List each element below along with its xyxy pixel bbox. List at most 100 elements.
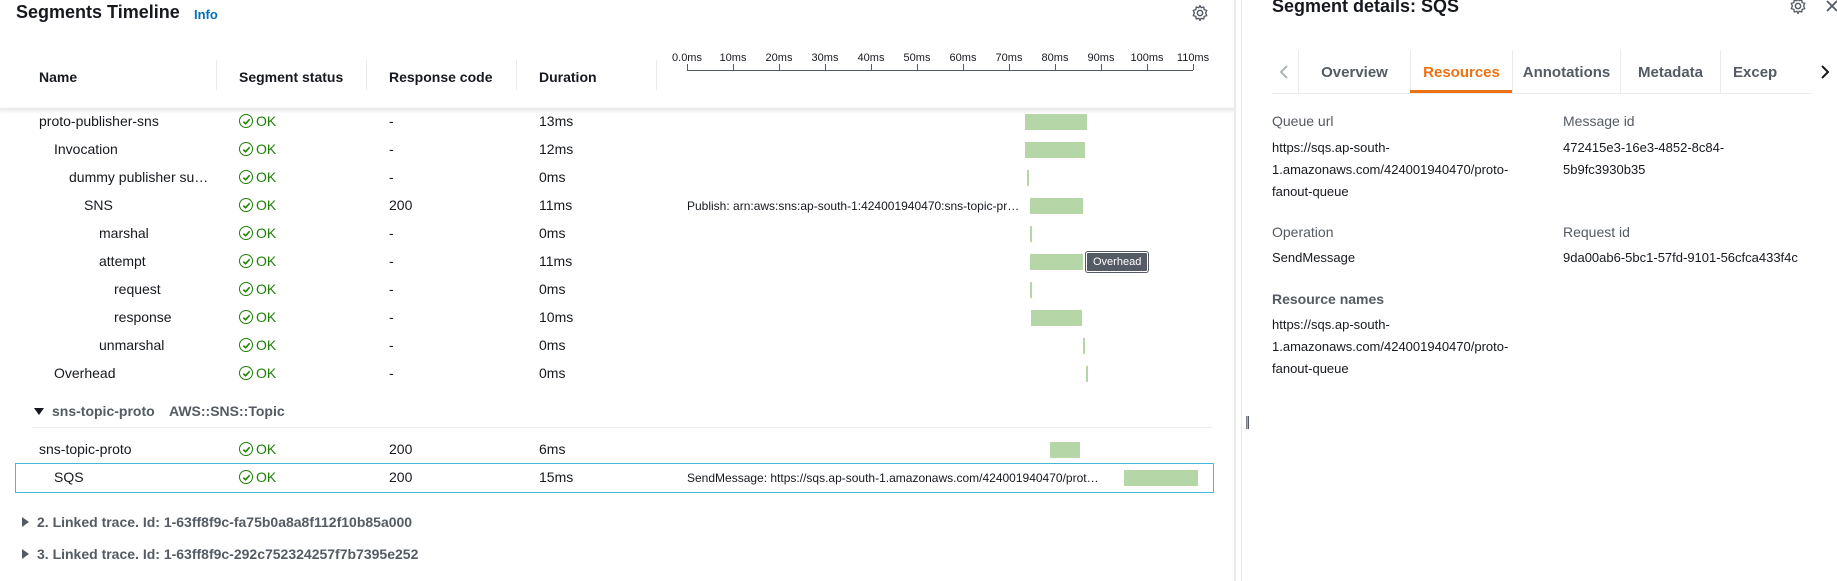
timeline-bar[interactable] bbox=[1086, 366, 1089, 382]
check-circle-icon bbox=[239, 282, 253, 296]
table-row[interactable]: dummy publisher su… OK - 0ms bbox=[0, 164, 1234, 192]
table-row[interactable]: response OK - 10ms bbox=[0, 304, 1234, 332]
response-code: - bbox=[389, 141, 394, 157]
segment-name: Overhead bbox=[54, 365, 116, 381]
segment-annotation: Publish: arn:aws:sns:ap-south-1:42400194… bbox=[687, 199, 1020, 213]
axis-tick-label: 20ms bbox=[765, 52, 793, 64]
axis-tick-label: 80ms bbox=[1041, 52, 1069, 64]
status-text: OK bbox=[256, 441, 277, 457]
timeline-bar[interactable] bbox=[1025, 114, 1088, 130]
status-badge: OK bbox=[239, 441, 276, 457]
axis-tick-label: 70ms bbox=[995, 52, 1023, 64]
queue-url-value: https://sqs.ap-south- 1.amazonaws.com/42… bbox=[1272, 137, 1508, 203]
value-line: https://sqs.ap-south- bbox=[1272, 317, 1390, 332]
table-row[interactable]: marshal OK - 0ms bbox=[0, 220, 1234, 248]
close-icon[interactable] bbox=[1826, 0, 1837, 12]
timeline-bar[interactable] bbox=[1029, 226, 1032, 242]
tab-exceptions[interactable]: Excep bbox=[1720, 50, 1818, 94]
table-row[interactable]: proto-publisher-sns OK - 13ms bbox=[0, 108, 1234, 136]
column-separator bbox=[516, 60, 517, 90]
response-code: - bbox=[389, 253, 394, 269]
timeline-bar[interactable] bbox=[1031, 310, 1082, 326]
request-id-label: Request id bbox=[1563, 224, 1630, 240]
table-row[interactable]: unmarshal OK - 0ms bbox=[0, 332, 1234, 360]
timeline-bar[interactable] bbox=[1050, 442, 1081, 458]
tab-scroll-area bbox=[1812, 50, 1837, 94]
group-header[interactable]: sns-topic-proto AWS::SNS::Topic bbox=[0, 398, 1234, 426]
linked-trace-3[interactable]: 3. Linked trace. Id: 1-63ff8f9c-292c7523… bbox=[22, 546, 418, 562]
column-header-duration[interactable]: Duration bbox=[539, 69, 597, 85]
panel-splitter[interactable] bbox=[1234, 0, 1242, 581]
timeline-bar[interactable] bbox=[1027, 170, 1030, 186]
check-circle-icon bbox=[239, 366, 253, 380]
timeline-bar[interactable] bbox=[1029, 282, 1032, 298]
table-row[interactable]: attempt OK - 11ms bbox=[0, 248, 1234, 276]
table-row[interactable]: request OK - 0ms bbox=[0, 276, 1234, 304]
axis-tick bbox=[1055, 64, 1056, 70]
value-line: 472415e3-16e3-4852-8c84- bbox=[1563, 140, 1725, 155]
timeline-bar[interactable] bbox=[1025, 142, 1085, 158]
axis-tick bbox=[1101, 64, 1102, 70]
table-row[interactable]: Overhead OK - 0ms bbox=[0, 360, 1234, 388]
column-header-response-code[interactable]: Response code bbox=[389, 69, 492, 85]
column-header-name[interactable]: Name bbox=[39, 69, 77, 85]
axis-line bbox=[687, 70, 1193, 71]
segment-tooltip: Overhead bbox=[1086, 252, 1149, 272]
status-badge: OK bbox=[239, 113, 276, 129]
gear-icon[interactable] bbox=[1191, 4, 1209, 22]
axis-tick-label: 30ms bbox=[811, 52, 839, 64]
chevron-right-icon[interactable] bbox=[1819, 64, 1831, 80]
duration: 6ms bbox=[539, 441, 566, 457]
table-row[interactable]: Invocation OK - 12ms bbox=[0, 136, 1234, 164]
axis-tick-label: 40ms bbox=[857, 52, 885, 64]
timeline-bar[interactable] bbox=[1029, 254, 1083, 270]
message-id-value: 472415e3-16e3-4852-8c84- 5b9fc3930b35 bbox=[1563, 137, 1724, 181]
tab-annotations[interactable]: Annotations bbox=[1512, 50, 1620, 94]
table-row[interactable]: SNS OK 200 11ms Publish: arn:aws:sns:ap-sout… bbox=[0, 192, 1234, 220]
status-badge: OK bbox=[239, 141, 276, 157]
tab-metadata[interactable]: Metadata bbox=[1620, 50, 1720, 94]
caret-down-icon[interactable] bbox=[34, 408, 44, 415]
queue-url-label: Queue url bbox=[1272, 113, 1334, 129]
duration: 11ms bbox=[539, 197, 573, 213]
tab-overview[interactable]: Overview bbox=[1298, 50, 1410, 94]
tab-resources[interactable]: Resources bbox=[1410, 50, 1512, 94]
value-line: https://sqs.ap-south- bbox=[1272, 140, 1390, 155]
response-code: - bbox=[389, 225, 394, 241]
timeline-bar[interactable] bbox=[1124, 470, 1198, 486]
response-code: 200 bbox=[389, 197, 413, 213]
segment-name: dummy publisher su… bbox=[69, 169, 209, 185]
table-row[interactable]: sns-topic-proto OK 200 6ms bbox=[0, 436, 1234, 464]
axis-tick bbox=[733, 64, 734, 70]
duration: 0ms bbox=[539, 281, 566, 297]
message-id-label: Message id bbox=[1563, 113, 1635, 129]
axis-tick bbox=[779, 64, 780, 70]
linked-trace-label: 3. Linked trace. Id: 1-63ff8f9c-292c7523… bbox=[37, 546, 419, 562]
duration: 0ms bbox=[539, 169, 566, 185]
chevron-left-icon[interactable] bbox=[1278, 64, 1290, 80]
check-circle-icon bbox=[239, 254, 253, 268]
status-text: OK bbox=[256, 141, 277, 157]
status-badge: OK bbox=[239, 365, 276, 381]
response-code: - bbox=[389, 309, 394, 325]
details-tabs: Overview Resources Annotations Metadata … bbox=[1272, 50, 1837, 94]
linked-trace-2[interactable]: 2. Linked trace. Id: 1-63ff8f9c-fa75b0a8… bbox=[22, 514, 412, 530]
column-header-status[interactable]: Segment status bbox=[239, 69, 343, 85]
check-circle-icon bbox=[239, 310, 253, 324]
status-badge: OK bbox=[239, 197, 276, 213]
status-text: OK bbox=[256, 337, 277, 353]
response-code: - bbox=[389, 337, 394, 353]
axis-tick bbox=[687, 64, 688, 70]
timeline-bar[interactable] bbox=[1082, 338, 1085, 354]
status-text: OK bbox=[256, 469, 277, 485]
segment-name: attempt bbox=[99, 253, 146, 269]
column-separator bbox=[216, 60, 217, 90]
column-separator bbox=[656, 60, 657, 90]
status-badge: OK bbox=[239, 281, 276, 297]
timeline-bar[interactable] bbox=[1029, 198, 1083, 214]
status-text: OK bbox=[256, 113, 277, 129]
duration: 15ms bbox=[539, 469, 574, 485]
gear-icon[interactable] bbox=[1789, 0, 1807, 15]
info-link[interactable]: Info bbox=[194, 7, 218, 22]
table-row[interactable]: SQS OK 200 15ms SendMessage: https://sqs.ap-… bbox=[15, 463, 1214, 493]
